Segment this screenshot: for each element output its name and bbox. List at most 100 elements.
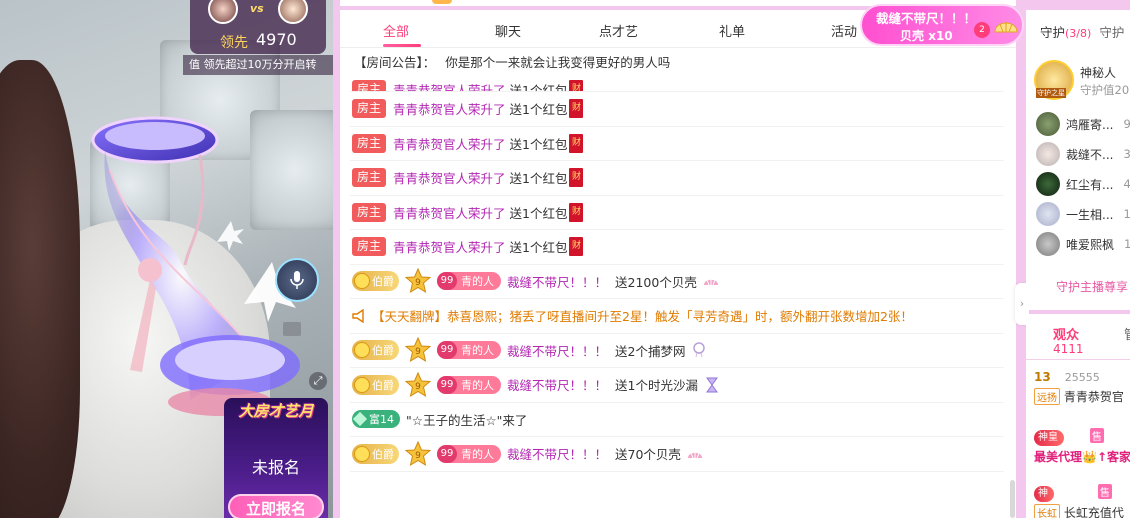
audience-row[interactable]: 神 售 (1034, 484, 1130, 502)
tab-guard-2[interactable]: 守护 (1099, 25, 1124, 40)
event-card[interactable]: 大房才艺月 未报名 立即报名 (224, 398, 328, 518)
guard-item-name: 唯爱熙枫 (1066, 237, 1115, 252)
pk-avatar-right[interactable] (278, 0, 308, 24)
noble-badge[interactable]: 伯爵 (352, 374, 399, 395)
guard-star-badge: 守护之星 (1036, 88, 1066, 98)
chat-panel[interactable]: 全部 聊天 点才艺 礼单 活动 【房间公告】： 你是那个一来就会让我变得更好的男人… (340, 10, 1016, 518)
chat-scrollbar[interactable] (1010, 480, 1015, 518)
event-signup-button[interactable]: 立即报名 (228, 494, 324, 518)
guard-panel: 守护(3/8)守护 守护之星 神秘人 守护值20 鸿雁寄...97 裁缝不...… (1026, 10, 1130, 310)
guard-top-value: 守护值20 (1080, 83, 1130, 97)
mic-button[interactable] (275, 258, 319, 302)
guard-item[interactable]: 唯爱熙枫 12 (1036, 232, 1130, 256)
live-video[interactable]: vs 领先 4970 值 领先超过10万分开启转 ⤢ 大房才艺月 未报名 立即报… (0, 0, 333, 518)
star-level-icon: 9 (405, 337, 431, 363)
noble-label: 伯爵 (372, 447, 394, 461)
chat-username[interactable]: 裁缝不带尺！！！ (507, 444, 607, 463)
noble-badge: 神 (1034, 486, 1054, 502)
noble-coin-icon (354, 445, 370, 462)
guard-item[interactable]: 红尘有... 48 (1036, 172, 1130, 196)
room-notice: 【房间公告】： 你是那个一来就会让我变得更好的男人吗 (340, 48, 1016, 78)
wealth-badge[interactable]: 富14 (352, 410, 400, 429)
noble-badge[interactable]: 伯爵 (352, 271, 399, 292)
audience-row[interactable]: 13 25555 (1034, 370, 1130, 384)
tab-admin[interactable]: 管 (1124, 324, 1130, 343)
chat-row: 伯爵 9 99 青的人 裁缝不带尺！！！ 送70个贝壳 (350, 437, 1004, 472)
guard-item-name: 一生相... (1066, 207, 1114, 222)
screen-button[interactable] (283, 322, 301, 336)
fan-club-badge[interactable]: 99 青的人 (437, 375, 501, 394)
audience-row[interactable]: 远扬 青青恭贺官 (1034, 388, 1130, 405)
tab-talent[interactable]: 点才艺 (599, 21, 638, 40)
svg-text:9: 9 (415, 278, 421, 288)
guard-item[interactable]: 一生相... 13 (1036, 202, 1130, 226)
avatar (1036, 202, 1060, 226)
red-packet-icon[interactable]: 财 (569, 237, 584, 257)
chat-action: 送70个贝壳 (615, 447, 681, 463)
room-notice-text: 你是那个一来就会让我变得更好的男人吗 (445, 55, 671, 70)
tab-activity[interactable]: 活动 (831, 21, 857, 40)
star-level-icon: 9 (405, 371, 431, 397)
shop-tag: 售 (1097, 484, 1112, 499)
room-notice-header: 【房间公告】： (354, 55, 436, 70)
audience-count: 4111 (1053, 342, 1084, 356)
chat-username[interactable]: 裁缝不带尺！！！ (507, 375, 607, 394)
pk-lead-label: 领先 (220, 35, 248, 51)
red-packet-icon[interactable]: 财 (569, 133, 584, 153)
fan-club-name: 青的人 (461, 447, 494, 461)
red-packet-icon[interactable]: 财 (569, 168, 584, 188)
chat-username[interactable]: 青青恭贺官人荣升了 (393, 99, 506, 118)
wealth-diamond-icon (352, 412, 368, 427)
tab-chat[interactable]: 聊天 (495, 21, 521, 40)
audience-row[interactable]: 神皇 售 (1034, 428, 1130, 446)
red-packet-icon[interactable]: 财 (569, 99, 584, 119)
chat-action: 送1个时光沙漏 (615, 378, 698, 394)
enter-message: "☆王子的生活☆"来了 (406, 412, 528, 428)
tab-audience[interactable]: 观众 (1053, 324, 1079, 343)
guard-item-name: 裁缝不... (1066, 147, 1114, 162)
tab-gift-list[interactable]: 礼单 (719, 21, 745, 40)
avatar (1036, 112, 1060, 136)
tab-guard-count: (3/8) (1065, 27, 1092, 40)
guard-item-name: 鸿雁寄... (1066, 117, 1114, 132)
chat-row: 房主 青青恭贺官人荣升了 送1个红包 财 (350, 92, 1004, 127)
avatar (1036, 232, 1060, 256)
chat-row: 房主 青青恭贺官人荣升了 送1个红包 财 (350, 161, 1004, 196)
fan-club-badge[interactable]: 99 青的人 (437, 341, 501, 360)
fan-club-badge[interactable]: 99 青的人 (437, 444, 501, 463)
chat-row: 伯爵 9 99 青的人 裁缝不带尺！！！ 送2个捕梦网 (350, 334, 1004, 368)
fan-level: 99 (437, 272, 457, 291)
fan-club-name: 青的人 (461, 275, 494, 289)
promo-gift-name: 贝壳 (900, 29, 925, 43)
guard-item[interactable]: 鸿雁寄... 97 (1036, 112, 1130, 136)
chat-username[interactable]: 青青恭贺官人荣升了 (393, 168, 506, 187)
chat-username[interactable]: 青青恭贺官人荣升了 (393, 80, 506, 91)
guard-cta-link[interactable]: 守护主播尊享 (1056, 278, 1128, 295)
noble-badge[interactable]: 伯爵 (352, 340, 399, 361)
pk-avatar-left[interactable] (208, 0, 238, 24)
noble-coin-icon (354, 273, 370, 290)
fan-club-badge[interactable]: 99 青的人 (437, 272, 501, 291)
noble-badge[interactable]: 伯爵 (352, 443, 399, 464)
chat-username[interactable]: 青青恭贺官人荣升了 (393, 237, 506, 256)
chat-username[interactable]: 青青恭贺官人荣升了 (393, 134, 506, 153)
chat-message-list[interactable]: 房主 青青恭贺官人荣升了 送1个红包 财 房主 青青恭贺官人荣升了 送1个红包 … (340, 78, 1016, 472)
guard-item[interactable]: 裁缝不... 30 (1036, 142, 1130, 166)
expand-icon[interactable]: ⤢ (309, 372, 327, 390)
guard-item-score: 97 (1123, 117, 1130, 131)
chat-username[interactable]: 裁缝不带尺！！！ (507, 341, 607, 360)
host-tag: 房主 (352, 168, 387, 188)
red-packet-icon[interactable]: 财 (569, 202, 584, 222)
gift-promo-banner[interactable]: 裁缝不带尺！！！ 贝壳 x10 2 (860, 4, 1024, 46)
host-tag: 房主 (352, 133, 387, 153)
audience-row[interactable]: 最美代理👑↑客家 (1034, 448, 1130, 465)
chat-row: 房主 青青恭贺官人荣升了 送1个红包 财 (350, 78, 1004, 92)
tab-guard[interactable]: 守护(3/8) (1040, 25, 1091, 40)
pk-score-bar[interactable]: vs 领先 4970 (190, 0, 326, 54)
tab-all[interactable]: 全部 (383, 21, 409, 40)
red-packet-icon[interactable]: 财 (569, 80, 584, 91)
chat-username[interactable]: 裁缝不带尺！！！ (507, 272, 607, 291)
audience-row[interactable]: 长虹 长虹充值代 (1034, 504, 1130, 518)
fan-level: 99 (437, 375, 457, 394)
chat-username[interactable]: 青青恭贺官人荣升了 (393, 203, 506, 222)
